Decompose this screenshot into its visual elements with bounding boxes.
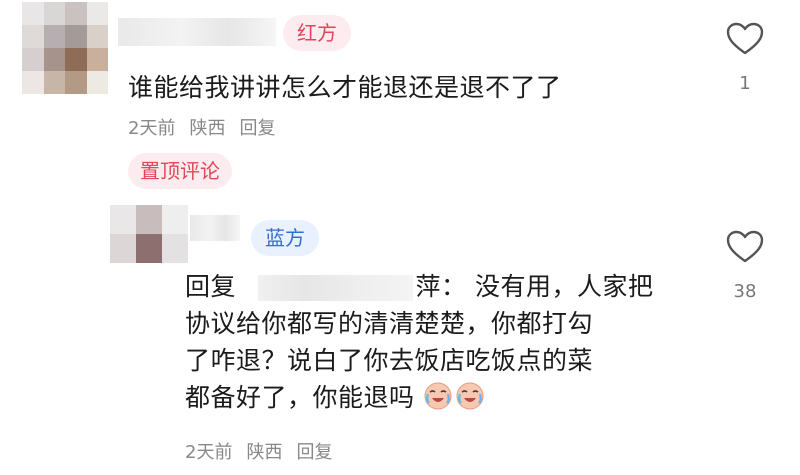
comment-meta: 2天前 陕西 回复 xyxy=(128,114,275,140)
crying-laughing-emoji-icon xyxy=(456,382,484,410)
like-count: 38 xyxy=(733,281,757,302)
comment-time: 2天前 xyxy=(185,442,233,463)
comment-location: 陕西 xyxy=(189,118,226,139)
reply-button[interactable]: 回复 xyxy=(239,118,275,139)
crying-laughing-emoji-icon xyxy=(424,382,452,410)
pinned-comment-badge: 置顶评论 xyxy=(128,153,232,189)
reply-prefix: 回复 xyxy=(185,272,237,301)
comment-text: 谁能给我讲讲怎么才能退还是退不了了 xyxy=(128,73,562,102)
comment-line-3: 了咋退？说白了你去饭店吃饭点的菜 xyxy=(185,346,594,375)
team-badge: 红方 xyxy=(283,15,351,51)
comment-line-4: 都备好了，你能退吗 xyxy=(185,383,415,412)
username-redacted[interactable] xyxy=(118,18,276,46)
team-badge: 蓝方 xyxy=(251,220,319,256)
comment-line-2: 协议给你都写的清清楚楚，你都打勾 xyxy=(185,309,594,338)
comment-location: 陕西 xyxy=(246,442,283,463)
reply-button[interactable]: 回复 xyxy=(296,442,332,463)
mention-redacted xyxy=(258,275,414,301)
comment-meta: 2天前 陕西 回复 xyxy=(185,438,332,464)
comment-text: 回复 萍： 没有用，人家把 协议给你都写的清清楚楚，你都打勾 了咋退？说白了你去… xyxy=(185,268,705,416)
comment-line: 回复 萍： 没有用，人家把 xyxy=(185,268,705,305)
like-heart-icon[interactable] xyxy=(726,230,764,264)
avatar[interactable] xyxy=(110,205,188,263)
like-heart-icon[interactable] xyxy=(726,22,764,56)
comment-time: 2天前 xyxy=(128,118,176,139)
comment-line: 都备好了，你能退吗 xyxy=(185,379,705,416)
comment-line-1: 没有用，人家把 xyxy=(474,272,654,301)
like-count: 1 xyxy=(739,73,751,94)
avatar[interactable] xyxy=(22,2,108,94)
mention-tail: 萍： xyxy=(415,272,467,301)
username-redacted[interactable] xyxy=(190,215,240,241)
